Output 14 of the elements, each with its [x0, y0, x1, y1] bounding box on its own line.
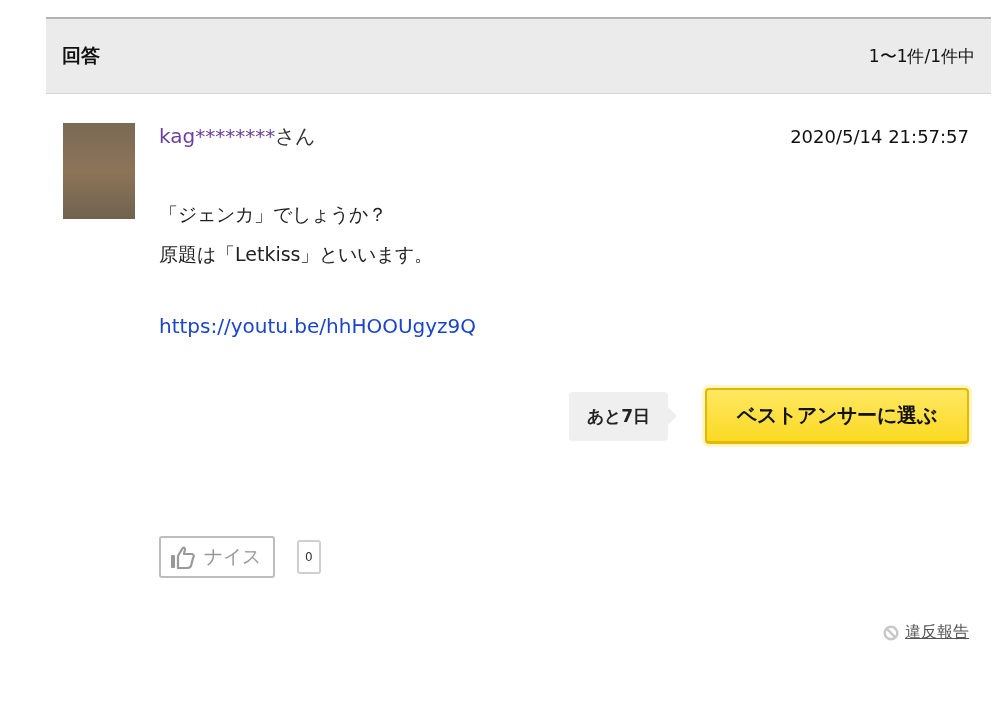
user-name-link[interactable]: kag******** — [159, 124, 276, 148]
timestamp: 2020/5/14 21:57:57 — [790, 126, 969, 147]
thumbs-up-icon — [170, 545, 196, 569]
nice-count: 0 — [297, 540, 321, 574]
section-title: 回答 — [62, 43, 100, 68]
remaining-days-label: あと7日 — [569, 391, 668, 441]
url-link[interactable]: https://youtu.be/hhHOOUgyz9Q — [159, 314, 477, 338]
result-count: 1〜1件/1件中 — [868, 44, 975, 68]
best-answer-button[interactable]: ベストアンサーに選ぶ — [705, 388, 969, 444]
report-link[interactable]: 違反報告 — [883, 622, 969, 643]
user-suffix: さん — [275, 124, 316, 148]
prohibited-icon — [883, 624, 899, 641]
answer-text: 「ジェンカ」でしょうか？ — [159, 202, 388, 227]
answer-text: 原題は「Letkiss」といいます。 — [159, 242, 435, 267]
